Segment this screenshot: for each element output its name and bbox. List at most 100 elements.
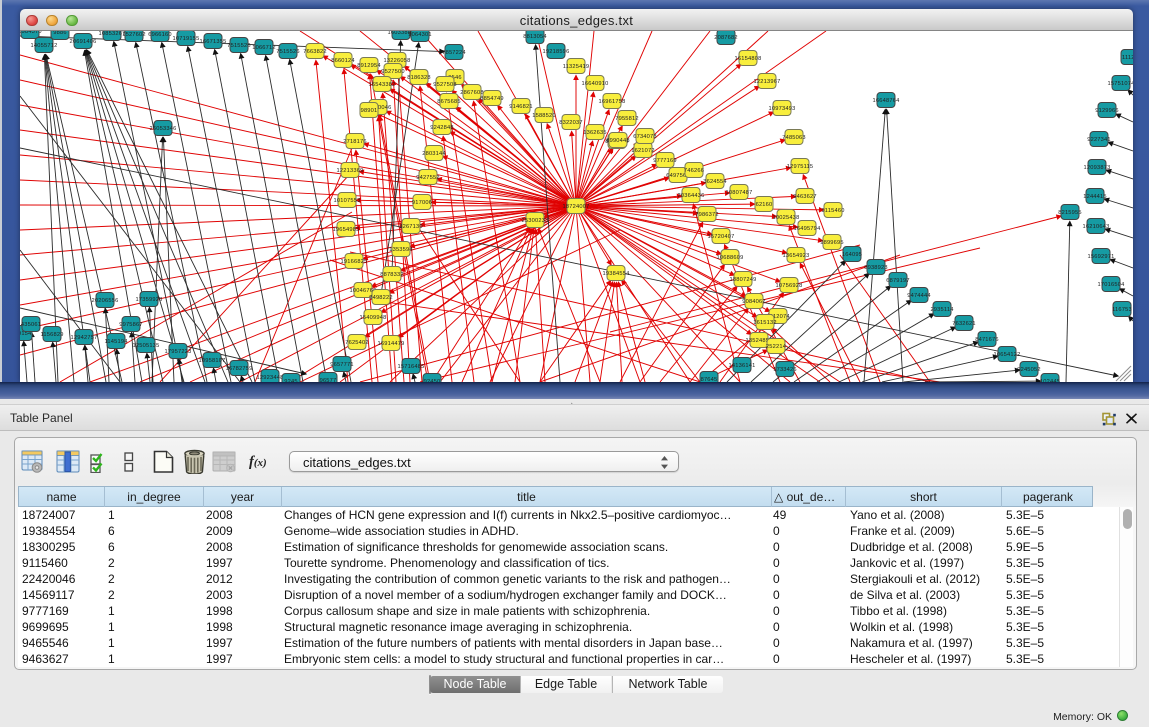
svg-text:19654983: 19654983 bbox=[333, 227, 360, 233]
svg-text:8660124: 8660124 bbox=[331, 58, 355, 64]
svg-text:1621072: 1621072 bbox=[631, 148, 655, 154]
svg-text:8186328: 8186328 bbox=[407, 75, 431, 81]
svg-text:16671355: 16671355 bbox=[200, 39, 227, 45]
svg-text:7515526: 7515526 bbox=[227, 43, 251, 49]
svg-text:10756928: 10756928 bbox=[776, 283, 803, 289]
svg-text:8471676: 8471676 bbox=[975, 337, 999, 343]
svg-text:15409948: 15409948 bbox=[360, 315, 387, 321]
svg-text:7663822: 7663822 bbox=[303, 49, 327, 55]
svg-text:1527602: 1527602 bbox=[122, 32, 146, 38]
svg-text:9242848: 9242848 bbox=[430, 125, 454, 131]
svg-text:15720407: 15720407 bbox=[708, 234, 735, 240]
svg-text:15751074: 15751074 bbox=[1108, 81, 1133, 87]
svg-text:16782759: 16782759 bbox=[226, 366, 253, 372]
svg-text:9498222: 9498222 bbox=[369, 295, 393, 301]
svg-text:16154808: 16154808 bbox=[735, 56, 762, 62]
svg-text:1588520: 1588520 bbox=[532, 113, 556, 119]
svg-text:10807487: 10807487 bbox=[726, 190, 753, 196]
svg-text:12942757: 12942757 bbox=[71, 335, 98, 341]
svg-text:10958107: 10958107 bbox=[199, 358, 226, 364]
svg-text:7955812: 7955812 bbox=[615, 116, 639, 122]
svg-text:3267130: 3267130 bbox=[399, 224, 423, 230]
svg-text:1362635: 1362635 bbox=[583, 130, 607, 136]
svg-text:7986372: 7986372 bbox=[695, 212, 719, 218]
svg-text:6966160: 6966160 bbox=[148, 32, 172, 38]
svg-text:11325419: 11325419 bbox=[563, 64, 589, 70]
svg-text:19218596: 19218596 bbox=[543, 49, 570, 55]
svg-text:16961758: 16961758 bbox=[599, 99, 626, 105]
svg-text:1145194: 1145194 bbox=[104, 339, 127, 345]
svg-text:7857224: 7857224 bbox=[442, 50, 466, 56]
svg-text:20364436: 20364436 bbox=[678, 193, 705, 199]
svg-text:14136141: 14136141 bbox=[729, 363, 756, 369]
svg-text:116753: 116753 bbox=[1112, 307, 1132, 313]
svg-text:10025438: 10025438 bbox=[773, 215, 800, 221]
svg-text:9657771: 9657771 bbox=[330, 362, 354, 368]
svg-text:17016504: 17016504 bbox=[1098, 282, 1125, 288]
svg-text:14055712: 14055712 bbox=[31, 43, 58, 49]
svg-text:9084067: 9084067 bbox=[742, 299, 766, 305]
svg-text:8854749: 8854749 bbox=[480, 96, 504, 102]
svg-text:12975115: 12975115 bbox=[787, 164, 813, 170]
svg-text:15692971: 15692971 bbox=[1088, 254, 1115, 260]
svg-text:12213369: 12213369 bbox=[337, 168, 364, 174]
svg-text:19384554: 19384554 bbox=[603, 271, 630, 277]
svg-text:13654923: 13654923 bbox=[783, 253, 810, 259]
svg-text:18724007: 18724007 bbox=[563, 204, 590, 210]
svg-text:20206556: 20206556 bbox=[92, 298, 119, 304]
svg-text:8990448: 8990448 bbox=[606, 138, 630, 144]
svg-text:11124: 11124 bbox=[1122, 55, 1133, 61]
svg-text:9227341: 9227341 bbox=[1087, 137, 1111, 143]
svg-text:8878332: 8878332 bbox=[380, 272, 404, 278]
svg-text:16495794: 16495794 bbox=[794, 226, 821, 232]
svg-text:6734078: 6734078 bbox=[633, 134, 657, 140]
svg-text:9886: 9886 bbox=[53, 31, 66, 36]
svg-text:12093873: 12093873 bbox=[1084, 165, 1111, 171]
svg-text:16914479: 16914479 bbox=[378, 341, 405, 347]
svg-text:16640910: 16640910 bbox=[582, 81, 609, 87]
svg-text:8912954: 8912954 bbox=[357, 63, 381, 69]
svg-text:917006: 917006 bbox=[412, 200, 432, 206]
svg-text:1066712: 1066712 bbox=[252, 45, 276, 51]
svg-text:17359928: 17359928 bbox=[136, 297, 163, 303]
svg-text:10654122: 10654122 bbox=[994, 352, 1021, 358]
svg-text:7485063: 7485063 bbox=[782, 135, 806, 141]
svg-text:8322037: 8322037 bbox=[559, 120, 583, 126]
svg-text:9245052: 9245052 bbox=[1017, 367, 1041, 373]
svg-text:10107553: 10107553 bbox=[334, 198, 361, 204]
svg-text:9777169: 9777169 bbox=[653, 158, 677, 164]
svg-text:1353594: 1353594 bbox=[389, 247, 413, 253]
svg-text:9064301: 9064301 bbox=[408, 32, 432, 38]
svg-text:12505135: 12505135 bbox=[133, 343, 160, 349]
svg-text:2087682: 2087682 bbox=[714, 35, 738, 41]
svg-text:39154: 39154 bbox=[20, 331, 31, 337]
svg-text:12923448: 12923448 bbox=[257, 375, 284, 381]
svg-text:252214: 252214 bbox=[766, 344, 786, 350]
svg-text:3624554: 3624554 bbox=[703, 179, 727, 185]
svg-text:9115460: 9115460 bbox=[821, 208, 844, 214]
svg-text:1733426: 1733426 bbox=[773, 367, 797, 373]
svg-text:9146821: 9146821 bbox=[509, 104, 533, 110]
svg-text:8675685: 8675685 bbox=[437, 99, 461, 105]
svg-text:435061: 435061 bbox=[21, 322, 41, 328]
svg-text:9527508: 9527508 bbox=[433, 82, 457, 88]
svg-text:2935114: 2935114 bbox=[930, 307, 953, 313]
svg-text:746266: 746266 bbox=[684, 168, 704, 174]
svg-text:16648764: 16648764 bbox=[873, 98, 900, 104]
svg-text:9474444: 9474444 bbox=[907, 293, 931, 299]
svg-text:10973493: 10973493 bbox=[769, 106, 796, 112]
svg-text:19166825: 19166825 bbox=[341, 259, 368, 265]
svg-text:7515526: 7515526 bbox=[276, 49, 300, 55]
svg-text:2803144: 2803144 bbox=[422, 151, 446, 157]
svg-text:1244415: 1244415 bbox=[1083, 194, 1107, 200]
svg-text:164095: 164095 bbox=[842, 252, 862, 258]
svg-text:8938923: 8938923 bbox=[864, 265, 888, 271]
svg-text:10719155: 10719155 bbox=[173, 36, 200, 42]
svg-text:8813054: 8813054 bbox=[523, 34, 547, 40]
svg-text:9129966: 9129966 bbox=[1095, 108, 1119, 114]
svg-text:9527500: 9527500 bbox=[381, 69, 405, 75]
svg-text:10688609: 10688609 bbox=[717, 255, 744, 261]
svg-text:2718176: 2718176 bbox=[343, 139, 367, 145]
svg-text:9427552: 9427552 bbox=[416, 175, 440, 181]
svg-text:15716485: 15716485 bbox=[398, 364, 425, 370]
